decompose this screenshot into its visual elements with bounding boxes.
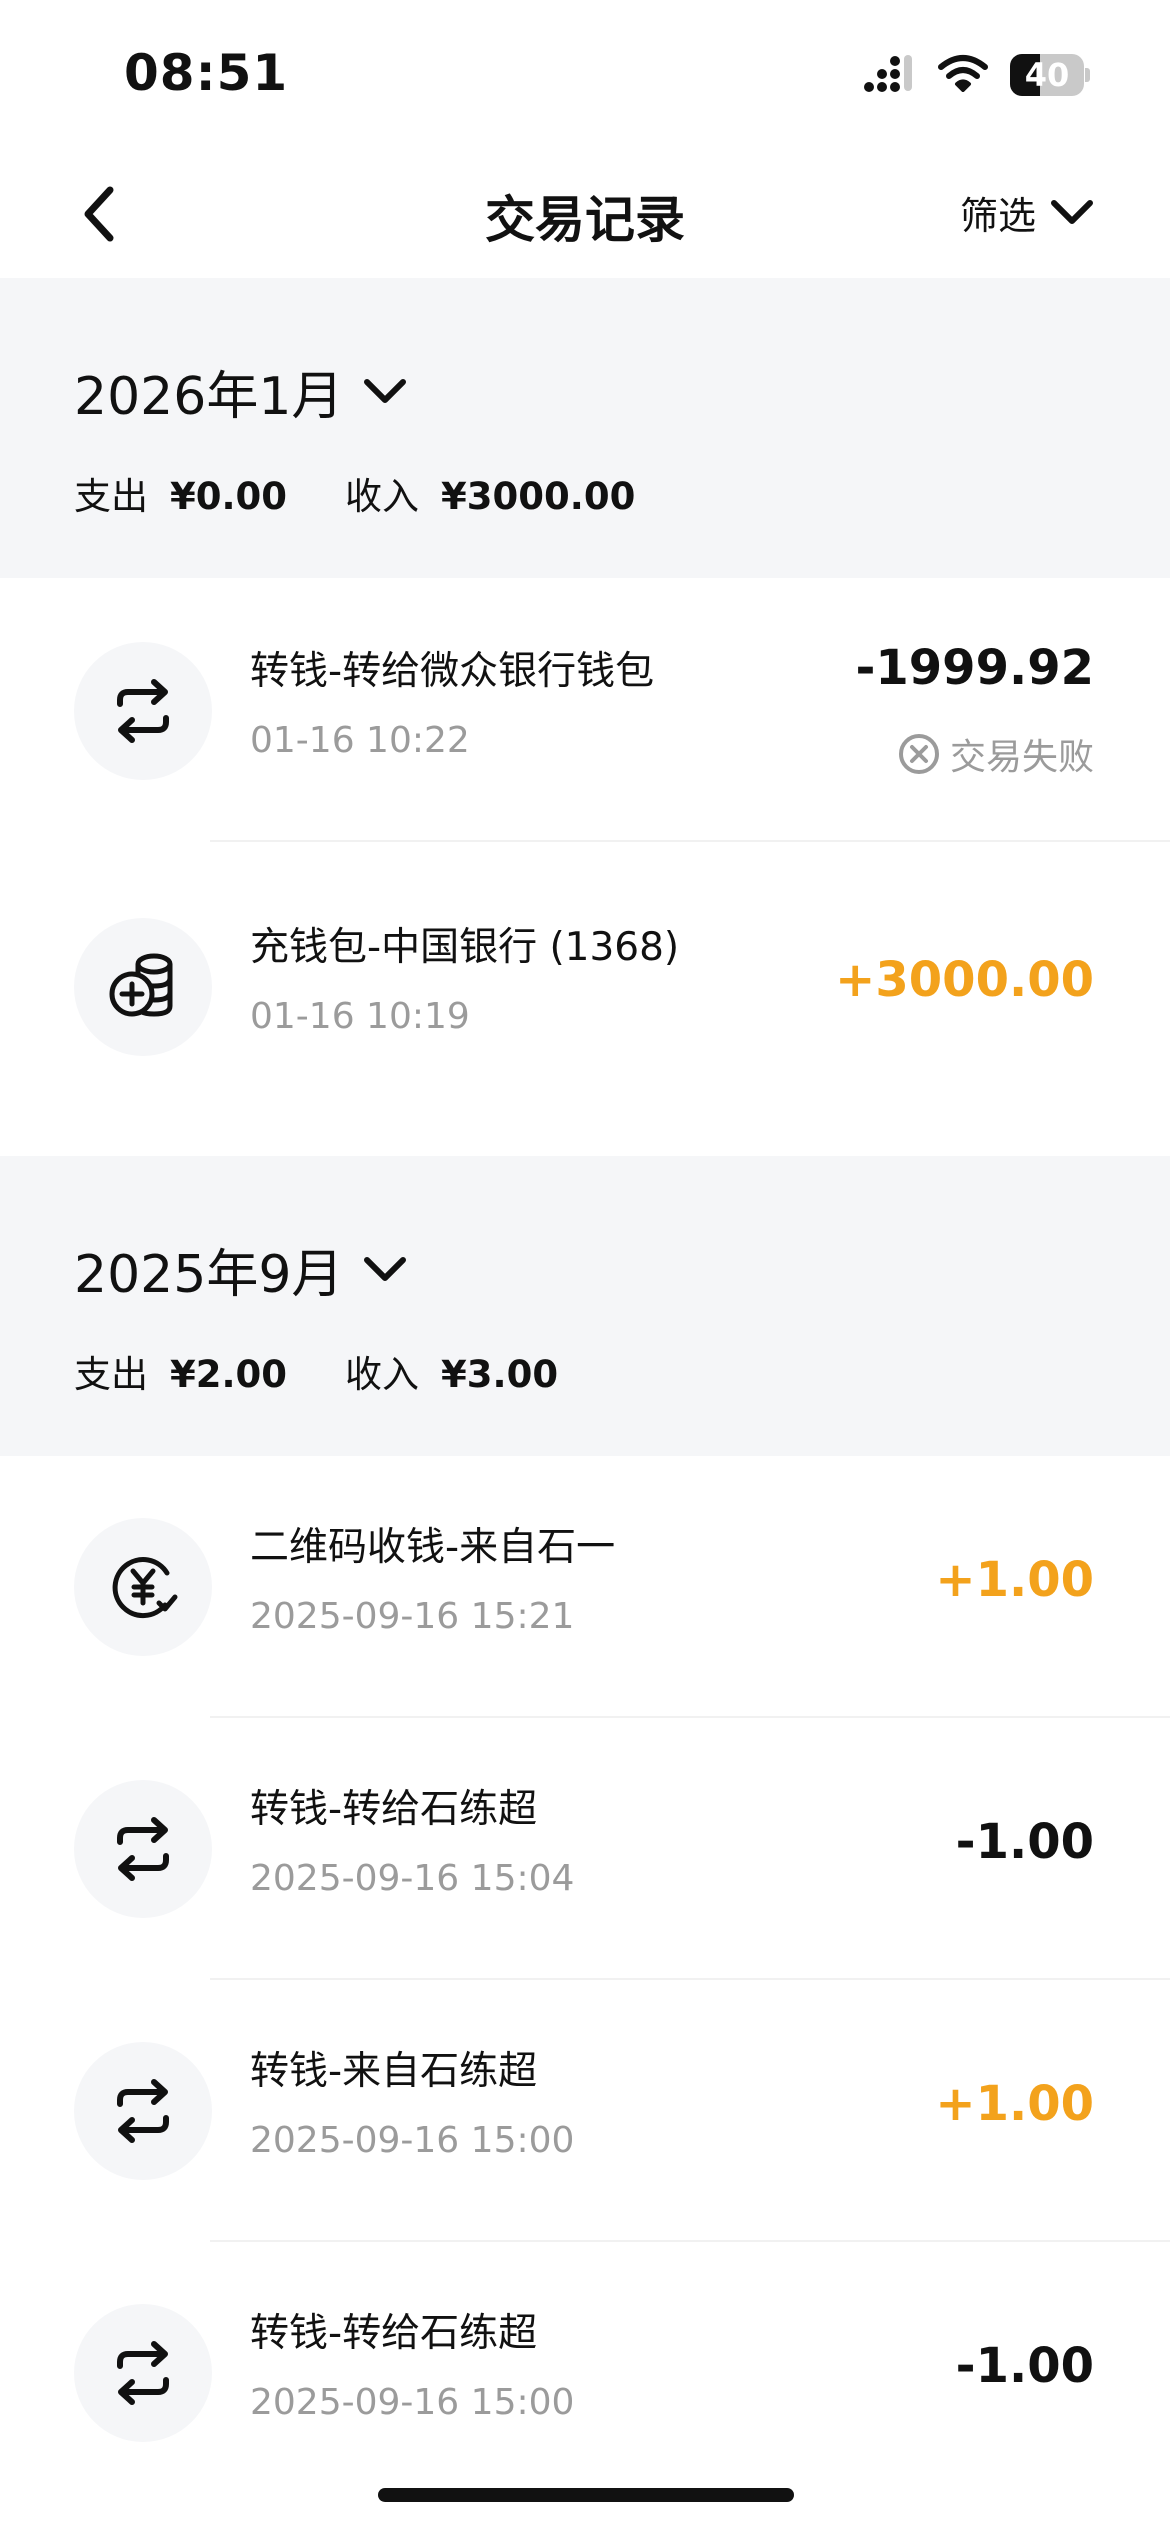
transfer-icon <box>74 2042 212 2180</box>
qr-receive-yuan-icon <box>74 1518 212 1656</box>
transaction-amount: -1.00 <box>955 2338 1094 2394</box>
month-picker[interactable]: 2025年9月 <box>74 1234 407 1305</box>
expense-label: 支出 <box>74 1353 148 1396</box>
transaction-row[interactable]: 转钱-转给石练超 2025-09-16 15:04 -1.00 <box>0 1718 1170 1980</box>
expense-value: ¥2.00 <box>170 1353 288 1396</box>
transfer-icon <box>74 642 212 780</box>
signal-icon <box>862 53 916 97</box>
transaction-title: 充钱包-中国银行 (1368) <box>250 925 680 970</box>
status-time: 08:51 <box>124 44 289 102</box>
month-picker[interactable]: 2026年1月 <box>74 356 407 427</box>
filter-label: 筛选 <box>959 193 1036 238</box>
row-divider <box>210 840 1170 842</box>
transaction-title: 二维码收钱-来自石一 <box>250 1525 616 1570</box>
transaction-amount: -1999.92 <box>855 640 1094 696</box>
coin-stack-plus-icon <box>74 918 212 1056</box>
transaction-time: 2025-09-16 15:00 <box>250 2120 575 2161</box>
transaction-amount: -1.00 <box>955 1814 1094 1870</box>
chevron-left-icon <box>84 186 114 242</box>
transaction-title: 转钱-转给石练超 <box>250 1787 538 1832</box>
battery-icon: 40 <box>1010 54 1090 96</box>
transaction-row[interactable]: 二维码收钱-来自石一 2025-09-16 15:21 +1.00 <box>0 1456 1170 1718</box>
month-summary: 支出 ¥2.00 收入 ¥3.00 <box>74 1344 616 1398</box>
battery-tip <box>1085 68 1090 82</box>
home-indicator[interactable] <box>378 2488 794 2502</box>
transaction-time: 01-16 10:19 <box>250 996 470 1037</box>
month-header: 2026年1月 支出 ¥0.00 收入 ¥3000.00 <box>0 278 1170 578</box>
transaction-time: 2025-09-16 15:21 <box>250 1596 575 1637</box>
transfer-icon <box>74 1780 212 1918</box>
income-label: 收入 <box>345 475 420 518</box>
filter-button[interactable]: 筛选 <box>960 182 1094 242</box>
month-summary: 支出 ¥0.00 收入 ¥3000.00 <box>74 466 693 520</box>
income-label: 收入 <box>345 1353 420 1396</box>
transaction-status: 交易失败 <box>898 728 1094 780</box>
transaction-amount: +1.00 <box>935 2076 1094 2132</box>
status-text: 交易失败 <box>949 737 1094 778</box>
transaction-row[interactable]: 转钱-来自石练超 2025-09-16 15:00 +1.00 <box>0 1980 1170 2242</box>
chevron-down-icon <box>364 379 407 403</box>
income-value: ¥3000.00 <box>441 475 636 518</box>
expense-label: 支出 <box>74 475 148 518</box>
wifi-icon <box>938 54 988 96</box>
transaction-time: 2025-09-16 15:00 <box>250 2382 575 2423</box>
chevron-down-icon <box>1051 200 1093 224</box>
transaction-amount: +1.00 <box>935 1552 1094 1608</box>
circle-x-icon <box>898 734 939 774</box>
transaction-row[interactable]: 充钱包-中国银行 (1368) 01-16 10:19 +3000.00 <box>0 856 1170 1118</box>
transaction-time: 01-16 10:22 <box>250 720 470 761</box>
transaction-row[interactable]: 转钱-转给微众银行钱包 01-16 10:22 -1999.92 交易失败 <box>0 580 1170 842</box>
income-value: ¥3.00 <box>441 1353 559 1396</box>
month-title: 2025年9月 <box>74 1244 344 1305</box>
status-bar: 08:51 40 <box>0 0 1170 150</box>
status-icons: 40 <box>862 50 1090 100</box>
battery-level: 40 <box>1024 56 1070 94</box>
transaction-title: 转钱-转给微众银行钱包 <box>250 649 655 694</box>
back-button[interactable] <box>60 174 140 254</box>
month-title: 2026年1月 <box>74 366 344 427</box>
month-header: 2025年9月 支出 ¥2.00 收入 ¥3.00 <box>0 1156 1170 1456</box>
transaction-amount: +3000.00 <box>835 952 1094 1008</box>
expense-value: ¥0.00 <box>170 475 288 518</box>
chevron-down-icon <box>364 1257 407 1281</box>
transaction-row[interactable]: 转钱-转给石练超 2025-09-16 15:00 -1.00 <box>0 2242 1170 2504</box>
transaction-time: 2025-09-16 15:04 <box>250 1858 575 1899</box>
transfer-icon <box>74 2304 212 2442</box>
transaction-title: 转钱-转给石练超 <box>250 2311 538 2356</box>
nav-bar: 交易记录 筛选 <box>0 150 1170 278</box>
transaction-title: 转钱-来自石练超 <box>250 2049 538 2094</box>
